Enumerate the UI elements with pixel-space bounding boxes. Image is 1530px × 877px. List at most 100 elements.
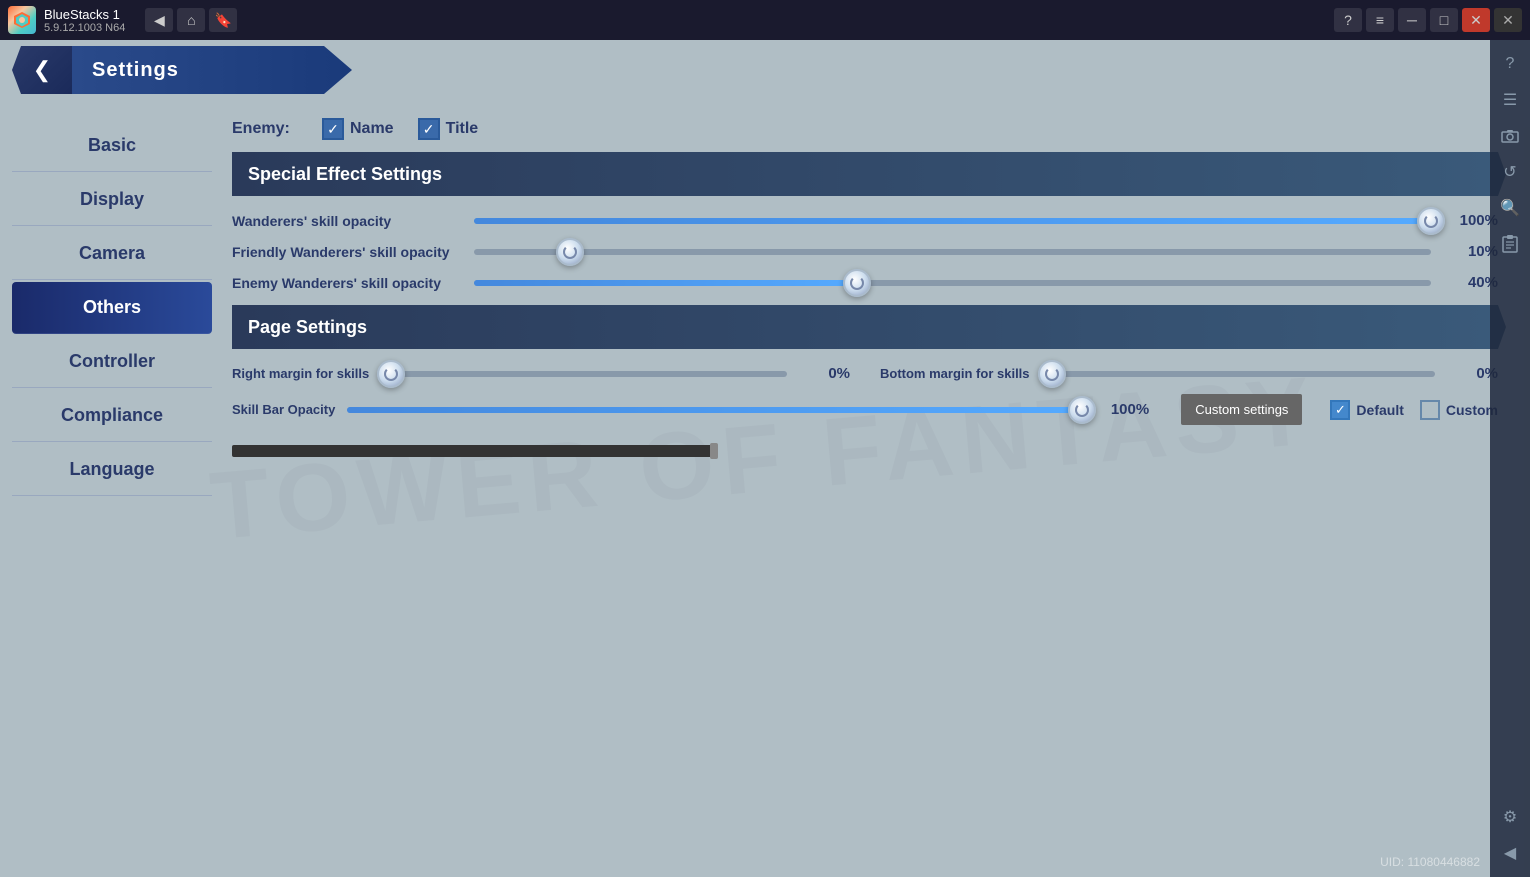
enemy-wanderers-thumb[interactable] bbox=[843, 269, 871, 297]
default-option[interactable]: ✓ Default bbox=[1330, 400, 1403, 420]
wanderers-opacity-row: Wanderers' skill opacity 100% bbox=[232, 212, 1498, 229]
back-button[interactable]: ❮ bbox=[12, 46, 72, 94]
home-nav-button[interactable]: ⌂ bbox=[177, 8, 205, 32]
sidebar-item-language-label: Language bbox=[69, 459, 154, 480]
skillbar-opacity-value: 100% bbox=[1094, 401, 1149, 418]
main-area: TOWER OF FANTASY ❮ Settings Basic Displa… bbox=[0, 40, 1530, 877]
custom-option[interactable]: Custom bbox=[1420, 400, 1498, 420]
sidebar-item-compliance-label: Compliance bbox=[61, 405, 163, 426]
custom-checkbox-icon bbox=[1420, 400, 1440, 420]
enemy-wanderers-label: Enemy Wanderers' skill opacity bbox=[232, 275, 462, 291]
sidebar-nav: Basic Display Camera Others Controller C… bbox=[12, 100, 212, 865]
app-version: 5.9.12.1003 N64 bbox=[44, 22, 125, 34]
enemy-wanderers-opacity-row: Enemy Wanderers' skill opacity 40% bbox=[232, 274, 1498, 291]
minimize-button[interactable]: ─ bbox=[1398, 8, 1426, 32]
sidebar-item-compliance[interactable]: Compliance bbox=[12, 390, 212, 442]
bottom-margin-group: Bottom margin for skills 0% bbox=[880, 365, 1498, 382]
enemy-title-checkbox[interactable]: ✓ Title bbox=[418, 118, 479, 140]
enemy-wanderers-track bbox=[474, 278, 1431, 288]
sidebar-item-controller[interactable]: Controller bbox=[12, 336, 212, 388]
enemy-name-label: Name bbox=[350, 120, 394, 138]
enemy-title-check-icon: ✓ bbox=[418, 118, 440, 140]
sidebar-item-basic[interactable]: Basic bbox=[12, 120, 212, 172]
settings-area: ❮ Settings Basic Display Camera Others bbox=[0, 40, 1530, 877]
sidebar-icon-question[interactable]: ? bbox=[1494, 48, 1526, 80]
sidebar-close-button[interactable]: ✕ bbox=[1494, 8, 1522, 32]
right-margin-thumb[interactable] bbox=[377, 360, 405, 388]
sidebar-icon-chevron-left[interactable]: ◀ bbox=[1494, 837, 1526, 869]
sidebar-icon-search[interactable]: 🔍 bbox=[1494, 192, 1526, 224]
sidebar-icon-clipboard[interactable] bbox=[1494, 228, 1526, 260]
enemy-wanderers-track-bg bbox=[474, 280, 1431, 286]
right-margin-value: 0% bbox=[795, 365, 850, 382]
friendly-wanderers-label: Friendly Wanderers' skill opacity bbox=[232, 244, 462, 260]
friendly-wanderers-track bbox=[474, 247, 1431, 257]
settings-title-bar: Settings bbox=[72, 46, 352, 94]
enemy-row: Enemy: ✓ Name ✓ Title bbox=[232, 118, 1498, 140]
sidebar-icon-refresh[interactable]: ↺ bbox=[1494, 156, 1526, 188]
wanderers-opacity-thumb[interactable] bbox=[1417, 207, 1445, 235]
skillbar-opacity-thumb[interactable] bbox=[1068, 396, 1096, 424]
wanderers-opacity-fill bbox=[474, 218, 1431, 224]
right-margin-group: Right margin for skills 0% bbox=[232, 365, 850, 382]
sidebar-icon-gear[interactable]: ⚙ bbox=[1494, 801, 1526, 833]
enemy-label: Enemy: bbox=[232, 120, 302, 138]
titlebar-controls: ? ≡ ─ □ ✕ ✕ bbox=[1334, 8, 1522, 32]
skillbar-opacity-track-bg bbox=[347, 407, 1082, 413]
custom-option-group: ✓ Default Custom bbox=[1330, 400, 1498, 420]
titlebar-nav: ◀ ⌂ 🔖 bbox=[145, 8, 237, 32]
sidebar-item-display[interactable]: Display bbox=[12, 174, 212, 226]
bottom-margin-label: Bottom margin for skills bbox=[880, 366, 1030, 381]
custom-settings-label: Custom settings bbox=[1195, 402, 1288, 417]
friendly-wanderers-track-bg bbox=[474, 249, 1431, 255]
titlebar: BlueStacks 1 5.9.12.1003 N64 ◀ ⌂ 🔖 ? ≡ ─… bbox=[0, 0, 1530, 40]
help-button[interactable]: ? bbox=[1334, 8, 1362, 32]
bottom-margin-track bbox=[1038, 369, 1435, 379]
app-name-group: BlueStacks 1 5.9.12.1003 N64 bbox=[44, 7, 125, 34]
close-button[interactable]: ✕ bbox=[1462, 8, 1490, 32]
wanderers-opacity-track-bg bbox=[474, 218, 1431, 224]
app-icon bbox=[8, 6, 36, 34]
back-arrow-icon: ❮ bbox=[33, 57, 51, 83]
bottom-margin-track-bg bbox=[1038, 371, 1435, 377]
enemy-checkbox-group: ✓ Name ✓ Title bbox=[322, 118, 478, 140]
settings-content: Enemy: ✓ Name ✓ Title Special Ef bbox=[212, 100, 1518, 865]
special-effects-section-header: Special Effect Settings bbox=[232, 152, 1498, 196]
right-margin-label: Right margin for skills bbox=[232, 366, 369, 381]
sidebar-item-others-label: Others bbox=[83, 297, 141, 318]
enemy-name-checkbox[interactable]: ✓ Name bbox=[322, 118, 394, 140]
margins-row: Right margin for skills 0% Bottom margin… bbox=[232, 365, 1498, 382]
sidebar-item-camera[interactable]: Camera bbox=[12, 228, 212, 280]
page-settings-section-header: Page Settings bbox=[232, 305, 1498, 349]
special-effects-title: Special Effect Settings bbox=[248, 164, 442, 185]
sidebar-item-controller-label: Controller bbox=[69, 351, 155, 372]
bottom-margin-thumb[interactable] bbox=[1038, 360, 1066, 388]
menu-button[interactable]: ≡ bbox=[1366, 8, 1394, 32]
sidebar-item-others[interactable]: Others bbox=[12, 282, 212, 334]
back-nav-button[interactable]: ◀ bbox=[145, 8, 173, 32]
bookmark-nav-button[interactable]: 🔖 bbox=[209, 8, 237, 32]
right-margin-track-bg bbox=[377, 371, 787, 377]
custom-settings-button[interactable]: Custom settings bbox=[1181, 394, 1302, 425]
right-margin-track bbox=[377, 369, 787, 379]
default-checkbox-icon: ✓ bbox=[1330, 400, 1350, 420]
maximize-button[interactable]: □ bbox=[1430, 8, 1458, 32]
bottom-progress-bar bbox=[232, 445, 712, 457]
sidebar-icon-menu[interactable]: ☰ bbox=[1494, 84, 1526, 116]
skillbar-row: Skill Bar Opacity 100% Custom settings ✓ bbox=[232, 394, 1498, 425]
sidebar-item-language[interactable]: Language bbox=[12, 444, 212, 496]
enemy-title-label: Title bbox=[446, 120, 479, 138]
sidebar-item-display-label: Display bbox=[80, 189, 144, 210]
app-name: BlueStacks 1 bbox=[44, 7, 125, 22]
friendly-wanderers-thumb[interactable] bbox=[556, 238, 584, 266]
content-layout: Basic Display Camera Others Controller C… bbox=[0, 100, 1530, 877]
right-sidebar: ? ☰ ↺ 🔍 ⚙ ◀ bbox=[1490, 40, 1530, 877]
enemy-wanderers-fill bbox=[474, 280, 857, 286]
skillbar-opacity-label: Skill Bar Opacity bbox=[232, 402, 335, 417]
wanderers-opacity-label: Wanderers' skill opacity bbox=[232, 213, 462, 229]
sidebar-icon-camera[interactable] bbox=[1494, 120, 1526, 152]
skillbar-opacity-track bbox=[347, 405, 1082, 415]
default-label: Default bbox=[1356, 402, 1403, 418]
sidebar-item-camera-label: Camera bbox=[79, 243, 145, 264]
sidebar-item-basic-label: Basic bbox=[88, 135, 136, 156]
